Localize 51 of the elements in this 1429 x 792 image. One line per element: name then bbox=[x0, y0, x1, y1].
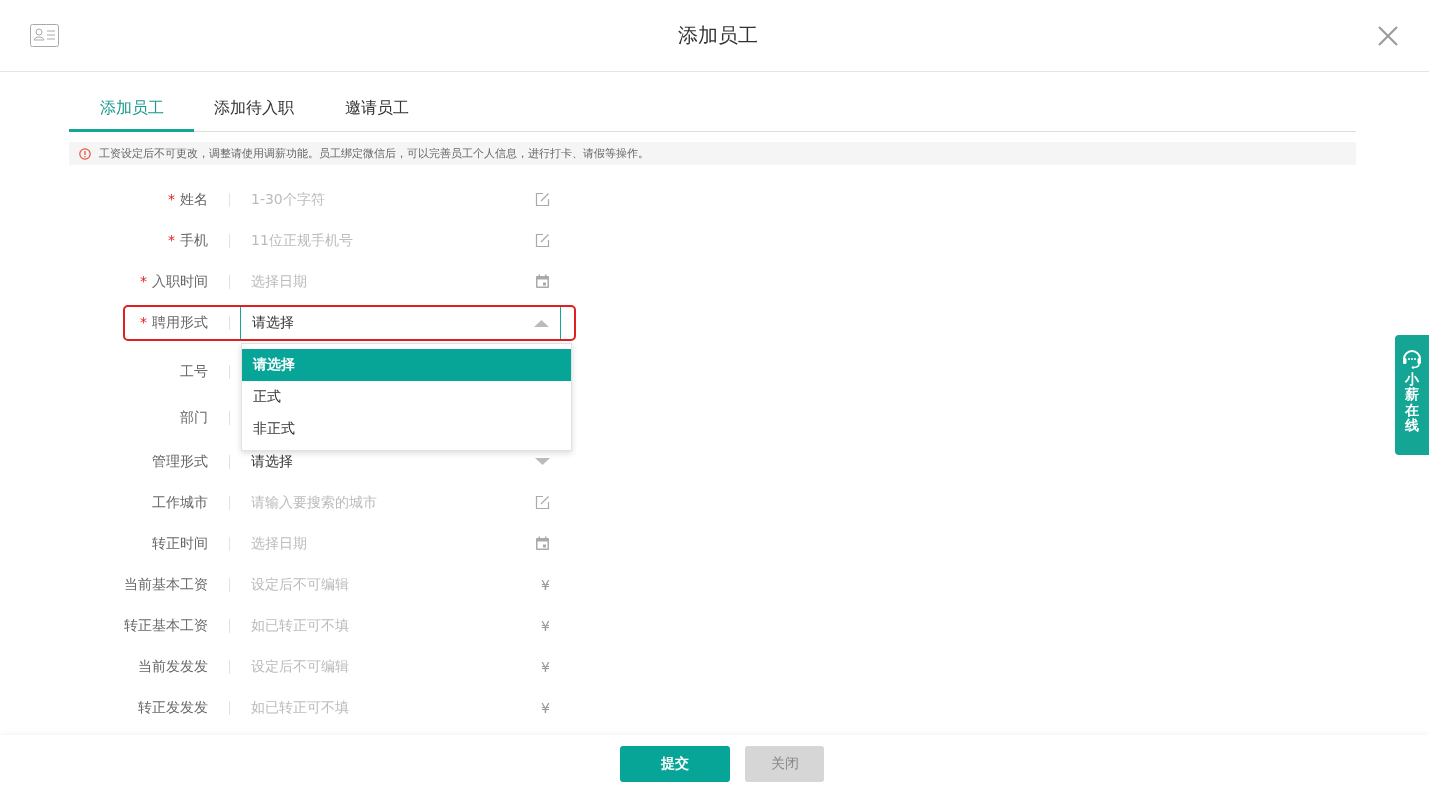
field-label: 部门 bbox=[180, 409, 208, 427]
edit-icon bbox=[535, 192, 550, 207]
input-field[interactable]: 设定后不可编辑 ¥ bbox=[240, 568, 561, 601]
field-label: 聘用形式 bbox=[152, 314, 208, 332]
input-field[interactable]: 11位正规手机号 bbox=[240, 224, 561, 257]
currency-symbol: ¥ bbox=[541, 699, 550, 716]
dropdown-option[interactable]: 请选择 bbox=[242, 349, 571, 381]
select-field[interactable]: 请选择 bbox=[240, 445, 561, 478]
edit-icon bbox=[535, 233, 550, 248]
field-label: 当前发发发 bbox=[138, 657, 208, 676]
required-mark: * bbox=[168, 231, 175, 250]
input-field[interactable]: 如已转正可不填 ¥ bbox=[240, 609, 561, 642]
field-label: 转正基本工资 bbox=[124, 616, 208, 635]
input-field[interactable]: 选择日期 bbox=[240, 265, 561, 298]
field-label: 入职时间 bbox=[152, 272, 208, 291]
close-button[interactable]: 关闭 bbox=[745, 745, 824, 782]
currency-symbol: ¥ bbox=[541, 658, 550, 675]
input-field[interactable]: 1-30个字符 bbox=[240, 183, 561, 216]
currency-symbol: ¥ bbox=[541, 576, 550, 593]
field-label: 工号 bbox=[180, 363, 208, 381]
field-label: 管理形式 bbox=[152, 452, 208, 471]
field-label: 转正时间 bbox=[152, 534, 208, 553]
required-mark: * bbox=[140, 272, 147, 291]
field-label: 当前基本工资 bbox=[124, 575, 208, 594]
input-field[interactable]: 请输入要搜索的城市 bbox=[240, 486, 561, 519]
submit-button[interactable]: 提交 bbox=[620, 745, 730, 782]
currency-symbol: ¥ bbox=[541, 617, 550, 634]
contact-card-icon bbox=[30, 24, 59, 47]
window-title: 添加员工 bbox=[678, 22, 758, 49]
field-label: 转正发发发 bbox=[138, 698, 208, 717]
tab[interactable]: 邀请员工 bbox=[314, 93, 439, 132]
field-label: 工作城市 bbox=[152, 493, 208, 512]
input-field[interactable]: 选择日期 bbox=[240, 527, 561, 560]
calendar-icon bbox=[535, 274, 550, 289]
required-mark: * bbox=[168, 190, 175, 209]
dropdown-option[interactable]: 非正式 bbox=[242, 413, 571, 445]
warning-icon bbox=[79, 147, 91, 160]
tab[interactable]: 添加员工 bbox=[69, 93, 194, 132]
close-button[interactable] bbox=[1377, 24, 1399, 47]
tab[interactable]: 添加待入职 bbox=[194, 93, 314, 132]
edit-icon bbox=[535, 495, 550, 510]
field-label: 手机 bbox=[180, 231, 208, 250]
required-mark: * bbox=[140, 314, 147, 332]
chat-side-tab[interactable]: 小薪在线 bbox=[1395, 335, 1429, 455]
input-field[interactable]: 设定后不可编辑 ¥ bbox=[240, 650, 561, 683]
calendar-icon bbox=[535, 536, 550, 551]
input-field[interactable]: 如已转正可不填 ¥ bbox=[240, 691, 561, 724]
headset-icon bbox=[1402, 347, 1422, 369]
dropdown-option[interactable]: 正式 bbox=[242, 381, 571, 413]
notice-text: 工资设定后不可更改，调整请使用调薪功能。员工绑定微信后，可以完善员工个人信息，进行打卡、请假等操作。 bbox=[99, 146, 649, 161]
field-label: 姓名 bbox=[180, 190, 208, 209]
